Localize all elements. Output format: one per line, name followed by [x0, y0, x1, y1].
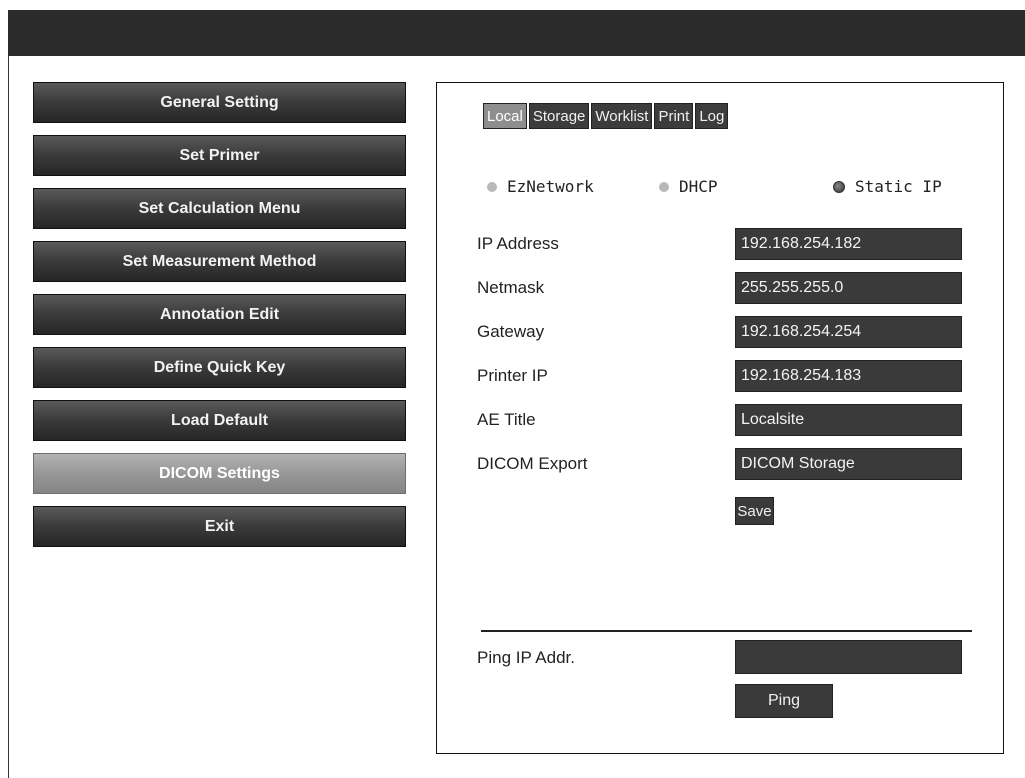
radio-static-ip[interactable]: Static IP	[833, 177, 942, 196]
menu-load-default-button[interactable]: Load Default	[33, 400, 406, 441]
radio-label: DHCP	[679, 177, 718, 196]
radio-dot-icon	[487, 181, 497, 192]
gateway-label: Gateway	[477, 322, 545, 341]
menu-set-primer-button[interactable]: Set Primer	[33, 135, 406, 176]
gateway-field[interactable]: 192.168.254.254	[735, 316, 962, 348]
gateway-row: Gateway 192.168.254.254	[477, 316, 977, 348]
netmask-label: Netmask	[477, 278, 545, 297]
ae-title-label: AE Title	[477, 410, 536, 429]
ae-title-field[interactable]: Localsite	[735, 404, 962, 436]
menu-annotation-edit-button[interactable]: Annotation Edit	[33, 294, 406, 335]
tab-local[interactable]: Local	[483, 103, 527, 129]
radio-dhcp[interactable]: DHCP	[659, 177, 718, 196]
menu-dicom-settings-button[interactable]: DICOM Settings	[33, 453, 406, 494]
tab-storage[interactable]: Storage	[528, 103, 590, 129]
radio-eznetwork[interactable]: EzNetwork	[487, 177, 594, 196]
printer-ip-row: Printer IP 192.168.254.183	[477, 360, 977, 392]
dicom-export-row: DICOM Export DICOM Storage	[477, 448, 977, 480]
title-bar	[8, 10, 1025, 56]
radio-selected-dot-icon	[833, 180, 845, 193]
network-mode-group: EzNetwork DHCP Static IP	[487, 177, 987, 199]
ae-title-row: AE Title Localsite	[477, 404, 977, 436]
dicom-export-select[interactable]: DICOM Storage	[735, 448, 962, 480]
divider	[481, 630, 972, 632]
menu-set-measurement-method-button[interactable]: Set Measurement Method	[33, 241, 406, 282]
radio-label: Static IP	[855, 177, 942, 196]
menu-set-calculation-menu-button[interactable]: Set Calculation Menu	[33, 188, 406, 229]
radio-label: EzNetwork	[507, 177, 594, 196]
dicom-settings-panel: Local Storage Worklist Print Log EzNetwo…	[436, 82, 1004, 754]
netmask-row: Netmask 255.255.255.0	[477, 272, 977, 304]
tab-print[interactable]: Print	[654, 103, 694, 129]
ip-address-row: IP Address 192.168.254.182	[477, 228, 977, 260]
tab-worklist[interactable]: Worklist	[591, 103, 653, 129]
radio-dot-icon	[659, 181, 669, 192]
save-button[interactable]: Save	[735, 497, 774, 525]
menu-define-quick-key-button[interactable]: Define Quick Key	[33, 347, 406, 388]
menu-general-setting-button[interactable]: General Setting	[33, 82, 406, 123]
printer-ip-field[interactable]: 192.168.254.183	[735, 360, 962, 392]
dicom-export-label: DICOM Export	[477, 454, 588, 473]
netmask-field[interactable]: 255.255.255.0	[735, 272, 962, 304]
ping-ip-input[interactable]	[735, 640, 962, 674]
ping-ip-label: Ping IP Addr.	[477, 648, 575, 667]
ip-address-label: IP Address	[477, 234, 559, 253]
ip-address-field[interactable]: 192.168.254.182	[735, 228, 962, 260]
printer-ip-label: Printer IP	[477, 366, 548, 385]
settings-menu: General Setting Set Primer Set Calculati…	[33, 82, 408, 559]
dicom-tabs: Local Storage Worklist Print Log	[483, 103, 729, 129]
ping-button[interactable]: Ping	[735, 684, 833, 718]
menu-exit-button[interactable]: Exit	[33, 506, 406, 547]
tab-log[interactable]: Log	[695, 103, 729, 129]
window-border	[8, 56, 9, 778]
